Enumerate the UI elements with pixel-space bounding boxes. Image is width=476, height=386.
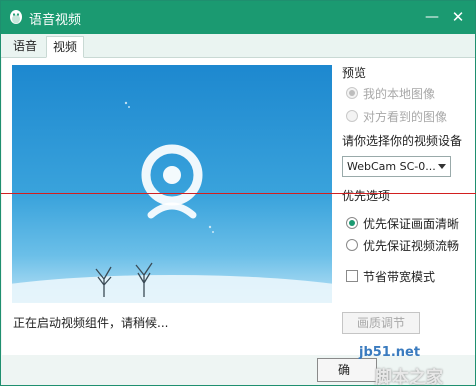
close-icon[interactable]: ✕ (448, 8, 468, 26)
radio-remote-image[interactable] (346, 110, 358, 122)
ok-button[interactable]: 确 (317, 358, 377, 382)
minimize-icon[interactable]: — (422, 8, 442, 26)
overlay-line (1, 193, 476, 194)
device-label: 请你选择你的视频设备 (342, 134, 463, 148)
tab-bar: 语音 视频 (1, 34, 475, 58)
video-preview (12, 65, 332, 303)
video-settings-panel: 正在启动视频组件，请稍候... 预览 我的本地图像 对方看到的图像 请你选择你的… (2, 58, 475, 355)
title-bar[interactable]: 语音视频 — ✕ (1, 1, 475, 34)
radio-clear-picture[interactable] (346, 217, 358, 229)
bandwidth-saver-checkbox[interactable] (346, 270, 358, 282)
video-device-select[interactable]: WebCam SC-0... (342, 156, 451, 177)
preview-heading: 预览 (342, 66, 367, 80)
status-text: 正在启动视频组件，请稍候... (13, 316, 169, 330)
radio-clear-picture-label: 优先保证画面清晰 (363, 217, 460, 231)
watermark-brand: 脚本之家 (375, 368, 443, 386)
radio-remote-image-label: 对方看到的图像 (363, 110, 448, 124)
qq-penguin-icon (10, 10, 22, 24)
radio-local-image[interactable] (346, 87, 358, 99)
chevron-down-icon (438, 164, 446, 169)
video-device-value: WebCam SC-0... (347, 160, 436, 173)
quality-adjust-button[interactable]: 画质调节 (342, 312, 420, 334)
priority-heading: 优先选项 (342, 189, 391, 203)
radio-smooth-video-label: 优先保证视频流畅 (363, 239, 460, 253)
window-title: 语音视频 (29, 13, 82, 28)
radio-smooth-video[interactable] (346, 239, 358, 251)
webcam-icon (141, 144, 203, 219)
tab-video[interactable]: 视频 (46, 36, 85, 58)
voice-video-window: 语音视频 — ✕ 语音 视频 正在启动视频组件，请稍候... 预览 我的本地图像… (0, 0, 476, 386)
preview-scene (12, 101, 332, 303)
radio-local-image-label: 我的本地图像 (363, 87, 436, 101)
watermark-url: jb51.net (359, 345, 421, 360)
bandwidth-saver-label: 节省带宽模式 (363, 270, 436, 284)
tab-voice[interactable]: 语音 (7, 36, 43, 58)
